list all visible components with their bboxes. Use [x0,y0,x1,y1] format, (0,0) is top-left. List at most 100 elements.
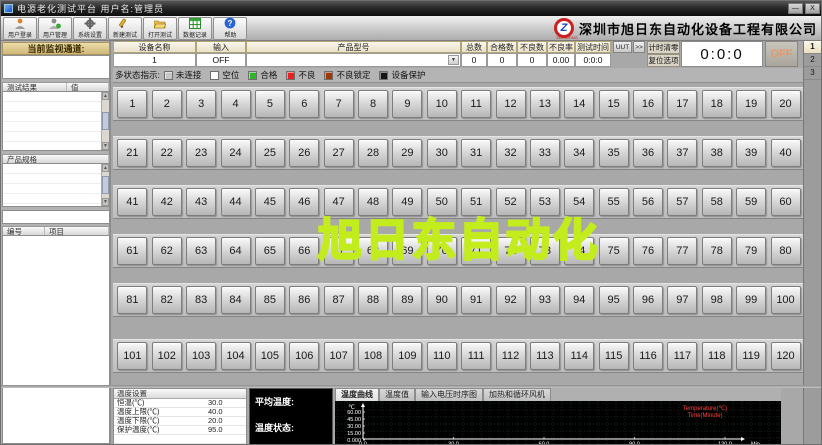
channel-button-8[interactable]: 8 [358,90,388,118]
channel-button-87[interactable]: 87 [323,286,354,314]
channel-button-48[interactable]: 48 [358,188,388,216]
channel-button-46[interactable]: 46 [289,188,320,216]
power-off-button[interactable]: OFF [765,41,798,67]
channel-button-80[interactable]: 80 [770,237,801,265]
channel-button-71[interactable]: 71 [461,237,492,265]
channel-button-79[interactable]: 79 [736,237,767,265]
chart-tab-0[interactable]: 温度曲线 [335,388,379,401]
channel-button-36[interactable]: 36 [633,139,663,167]
result-table-scrollbar[interactable]: ▲ ▼ [101,92,109,150]
chevron-down-icon[interactable]: ▼ [448,55,459,65]
channel-button-91[interactable]: 91 [461,286,492,314]
channel-button-99[interactable]: 99 [736,286,767,314]
channel-button-56[interactable]: 56 [633,188,663,216]
channel-button-25[interactable]: 25 [254,139,285,167]
channel-button-29[interactable]: 29 [392,139,423,167]
channel-button-94[interactable]: 94 [564,286,595,314]
channel-button-98[interactable]: 98 [701,286,732,314]
channel-button-118[interactable]: 118 [701,342,732,370]
channel-button-43[interactable]: 43 [186,188,217,216]
reset-option-button[interactable]: 复位选项 [647,54,680,67]
channel-button-113[interactable]: 113 [529,342,560,370]
channel-button-22[interactable]: 22 [151,139,182,167]
channel-button-2[interactable]: 2 [151,90,182,118]
channel-button-103[interactable]: 103 [186,342,217,370]
channel-button-65[interactable]: 65 [254,237,285,265]
minimize-button[interactable]: — [788,3,803,14]
channel-button-51[interactable]: 51 [461,188,492,216]
channel-button-83[interactable]: 83 [186,286,217,314]
channel-button-114[interactable]: 114 [564,342,595,370]
channel-button-110[interactable]: 110 [426,342,457,370]
channel-button-116[interactable]: 116 [633,342,663,370]
toolbar-button-system-settings[interactable]: 系统设置 [73,16,107,40]
channel-button-92[interactable]: 92 [495,286,526,314]
channel-button-102[interactable]: 102 [151,342,182,370]
channel-button-111[interactable]: 111 [461,342,492,370]
channel-button-61[interactable]: 61 [117,237,148,265]
toolbar-button-new-test[interactable]: 新建测试 [108,16,142,40]
channel-button-12[interactable]: 12 [495,90,526,118]
result-table-body[interactable]: ▲ ▼ [2,91,110,151]
channel-button-82[interactable]: 82 [151,286,182,314]
channel-button-58[interactable]: 58 [701,188,732,216]
channel-button-38[interactable]: 38 [701,139,732,167]
channel-button-115[interactable]: 115 [598,342,629,370]
channel-button-100[interactable]: 100 [770,286,801,314]
channel-button-59[interactable]: 59 [736,188,767,216]
channel-button-32[interactable]: 32 [495,139,526,167]
channel-button-13[interactable]: 13 [529,90,560,118]
channel-button-105[interactable]: 105 [254,342,285,370]
channel-button-52[interactable]: 52 [495,188,526,216]
channel-button-62[interactable]: 62 [151,237,182,265]
channel-button-74[interactable]: 74 [564,237,595,265]
channel-button-77[interactable]: 77 [667,237,698,265]
channel-button-24[interactable]: 24 [220,139,251,167]
toolbar-button-user-login[interactable]: 用户登录 [3,16,37,40]
close-button[interactable]: X [805,3,820,14]
channel-button-35[interactable]: 35 [598,139,629,167]
channel-button-57[interactable]: 57 [667,188,698,216]
channel-button-68[interactable]: 68 [358,237,388,265]
channel-button-107[interactable]: 107 [323,342,354,370]
product-model-combobox[interactable]: ▼ [246,53,461,67]
channel-button-34[interactable]: 34 [564,139,595,167]
channel-button-19[interactable]: 19 [736,90,767,118]
channel-button-30[interactable]: 30 [426,139,457,167]
channel-button-18[interactable]: 18 [701,90,732,118]
channel-button-37[interactable]: 37 [667,139,698,167]
channel-button-20[interactable]: 20 [770,90,801,118]
scroll-up-icon[interactable]: ▲ [102,164,109,172]
channel-button-93[interactable]: 93 [529,286,560,314]
channel-button-73[interactable]: 73 [529,237,560,265]
channel-button-54[interactable]: 54 [564,188,595,216]
channel-button-33[interactable]: 33 [529,139,560,167]
device-page-tab-2[interactable]: 2 [804,54,821,67]
channel-button-50[interactable]: 50 [426,188,457,216]
channel-button-101[interactable]: 101 [117,342,148,370]
channel-button-108[interactable]: 108 [358,342,388,370]
expand-button[interactable]: >> [633,41,645,53]
scroll-down-icon[interactable]: ▼ [102,198,109,206]
channel-button-41[interactable]: 41 [117,188,148,216]
channel-button-55[interactable]: 55 [598,188,629,216]
channel-button-75[interactable]: 75 [598,237,629,265]
channel-button-47[interactable]: 47 [323,188,354,216]
channel-button-64[interactable]: 64 [220,237,251,265]
channel-button-86[interactable]: 86 [289,286,320,314]
spec-table-scrollbar[interactable]: ▲ ▼ [101,164,109,206]
channel-button-4[interactable]: 4 [220,90,251,118]
channel-button-66[interactable]: 66 [289,237,320,265]
channel-button-104[interactable]: 104 [220,342,251,370]
channel-button-27[interactable]: 27 [323,139,354,167]
chart-tab-1[interactable]: 温度值 [379,388,415,401]
channel-button-81[interactable]: 81 [117,286,148,314]
chart-tab-3[interactable]: 加热和循环风机 [483,388,551,401]
channel-button-90[interactable]: 90 [426,286,457,314]
channel-button-26[interactable]: 26 [289,139,320,167]
channel-button-67[interactable]: 67 [323,237,354,265]
channel-button-23[interactable]: 23 [186,139,217,167]
channel-button-16[interactable]: 16 [633,90,663,118]
channel-button-84[interactable]: 84 [220,286,251,314]
channel-button-7[interactable]: 7 [323,90,354,118]
